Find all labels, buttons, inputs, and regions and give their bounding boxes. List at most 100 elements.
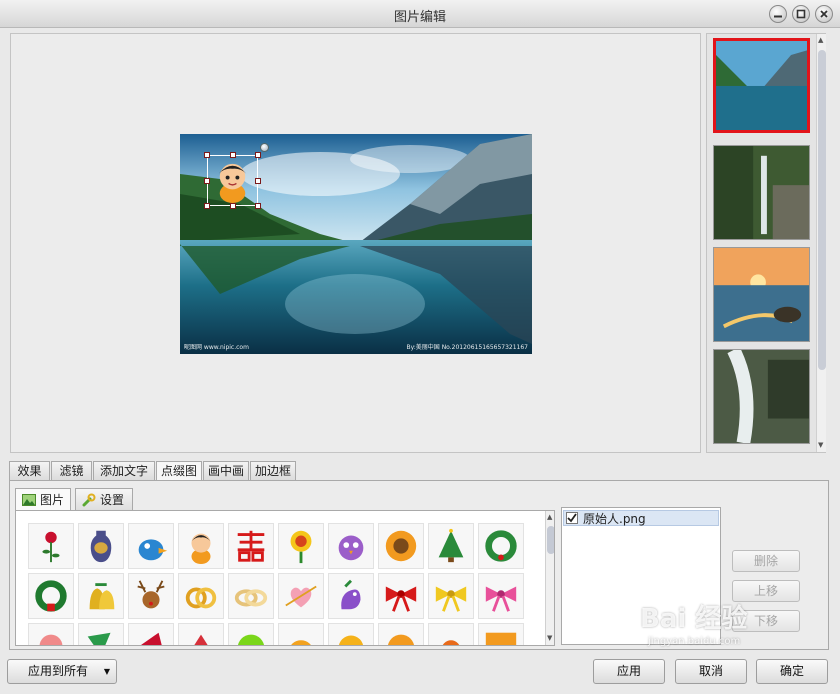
rose-icon [42, 531, 60, 563]
flower-icon [290, 530, 312, 564]
scrollbar-thumb[interactable] [818, 50, 826, 370]
minimize-button[interactable] [769, 5, 787, 23]
minimize-icon [774, 15, 782, 18]
sticker-reindeer[interactable] [128, 573, 174, 619]
tab-add-border[interactable]: 加边框 [250, 461, 296, 480]
resize-handle[interactable] [230, 152, 236, 158]
orange-chick-icon [291, 640, 311, 645]
sticker-silver-rings[interactable] [228, 573, 274, 619]
sticker-christmas-tree[interactable] [428, 523, 474, 569]
subtab-settings[interactable]: 设置 [75, 488, 133, 510]
thumbnail-scrollbar[interactable]: ▲ ▼ [816, 34, 826, 452]
subtab-images[interactable]: 图片 [15, 488, 71, 510]
sticker-wreath[interactable] [478, 523, 524, 569]
main-photo[interactable]: 昵图网 www.nipic.com By:美丽中国 No.20120615165… [180, 134, 532, 354]
resize-handle[interactable] [204, 152, 210, 158]
purple-dragon-icon [341, 579, 361, 610]
maximize-button[interactable] [792, 5, 810, 23]
title-bar[interactable]: 图片编辑 [0, 0, 840, 28]
tab-decorations[interactable]: 点缀图 [156, 461, 202, 481]
tab-effects[interactable]: 效果 [9, 461, 50, 480]
layer-visible-checkbox[interactable] [566, 512, 578, 524]
scroll-down-icon[interactable]: ▼ [818, 441, 823, 449]
apply-button[interactable]: 应用 [593, 659, 665, 684]
vase-icon [90, 530, 112, 563]
sticker-pink-bow[interactable] [478, 573, 524, 619]
green-sun-icon [238, 634, 264, 645]
rotate-handle-icon[interactable] [260, 143, 269, 152]
sticker-green-leaves[interactable] [78, 623, 124, 645]
cancel-button[interactable]: 取消 [675, 659, 747, 684]
sticker-caveman[interactable] [178, 523, 224, 569]
sticker-vase[interactable] [78, 523, 124, 569]
sticker-orange-slice[interactable] [378, 623, 424, 645]
sticker-orange-box[interactable] [478, 623, 524, 645]
resize-handle[interactable] [255, 203, 261, 209]
pink-bow-icon [485, 586, 517, 612]
sticker-grid[interactable]: ▲ ▼ [15, 510, 555, 646]
sticker-red-crane[interactable] [178, 623, 224, 645]
sticker-yellow-bow[interactable] [428, 573, 474, 619]
sticker-gold-rings[interactable] [178, 573, 224, 619]
sticker-sunflower[interactable] [378, 523, 424, 569]
thumbnail-strip[interactable]: ▲ ▼ [706, 33, 826, 453]
tab-add-text[interactable]: 添加文字 [93, 461, 155, 480]
tab-picture-in-picture[interactable]: 画中画 [203, 461, 249, 480]
layer-item[interactable]: 原始人.png [563, 510, 719, 526]
close-icon [820, 10, 828, 18]
sticker-orange-sun[interactable] [428, 623, 474, 645]
silver-rings-icon [234, 589, 268, 607]
sticker-red-bow[interactable] [378, 573, 424, 619]
resize-handle[interactable] [230, 203, 236, 209]
blue-bird-icon [138, 539, 168, 561]
window-title: 图片编辑 [393, 10, 446, 25]
wrench-icon [82, 493, 96, 506]
sticker-orange-chick[interactable] [278, 623, 324, 645]
sticker-red-shapes[interactable] [128, 623, 174, 645]
resize-handle[interactable] [255, 152, 261, 158]
sticker-blue-bird[interactable] [128, 523, 174, 569]
sticker-flower[interactable] [278, 523, 324, 569]
lake-thumbnail-image [716, 41, 807, 130]
apply-to-all-dropdown[interactable]: 应用到所有 ▼ [7, 659, 117, 684]
scroll-down-icon[interactable]: ▼ [547, 634, 552, 642]
sticker-yellow-lion[interactable] [328, 623, 374, 645]
sticker-heart-arrow[interactable] [278, 573, 324, 619]
sticker-grid-scrollbar[interactable]: ▲ ▼ [545, 511, 554, 645]
tab-filters[interactable]: 滤镜 [51, 461, 92, 480]
bells-icon [89, 583, 115, 610]
thumbnail-stream[interactable] [713, 349, 810, 444]
edit-canvas[interactable]: 昵图网 www.nipic.com By:美丽中国 No.20120615165… [10, 33, 701, 453]
delete-button[interactable]: 删除 [732, 550, 800, 572]
resize-handle[interactable] [204, 203, 210, 209]
close-button[interactable] [815, 5, 833, 23]
sticker-green-sun[interactable] [228, 623, 274, 645]
orange-slice-icon [388, 634, 414, 645]
sticker-purple-dragon[interactable] [328, 573, 374, 619]
resize-handle[interactable] [255, 178, 261, 184]
sticker-pink-hearts[interactable] [28, 623, 74, 645]
caveman-icon [191, 533, 211, 565]
scroll-up-icon[interactable]: ▲ [818, 36, 823, 44]
pink-hearts-icon [39, 634, 63, 645]
sticker-bells[interactable] [78, 573, 124, 619]
scroll-up-icon[interactable]: ▲ [547, 513, 552, 521]
baidu-watermark: Bai 经验 [640, 604, 748, 634]
thumbnail-waterfall[interactable] [713, 145, 810, 240]
chevron-down-icon: ▼ [103, 667, 110, 676]
sticker-double-happiness[interactable] [228, 523, 274, 569]
subtab-settings-label: 设置 [100, 493, 125, 507]
caveman-sticker[interactable] [208, 156, 257, 205]
sticker-wreath-2[interactable] [28, 573, 74, 619]
gold-rings-icon [185, 587, 217, 609]
wreath-icon [35, 580, 67, 612]
sticker-rose[interactable] [28, 523, 74, 569]
sticker-selection-box[interactable] [204, 152, 261, 209]
scrollbar-thumb[interactable] [547, 526, 554, 554]
thumbnail-sunset[interactable] [713, 247, 810, 342]
ok-button[interactable]: 确定 [756, 659, 828, 684]
resize-handle[interactable] [204, 178, 210, 184]
sticker-purple-bird[interactable] [328, 523, 374, 569]
red-shapes-icon [141, 632, 162, 645]
thumbnail-lake[interactable] [713, 38, 810, 133]
